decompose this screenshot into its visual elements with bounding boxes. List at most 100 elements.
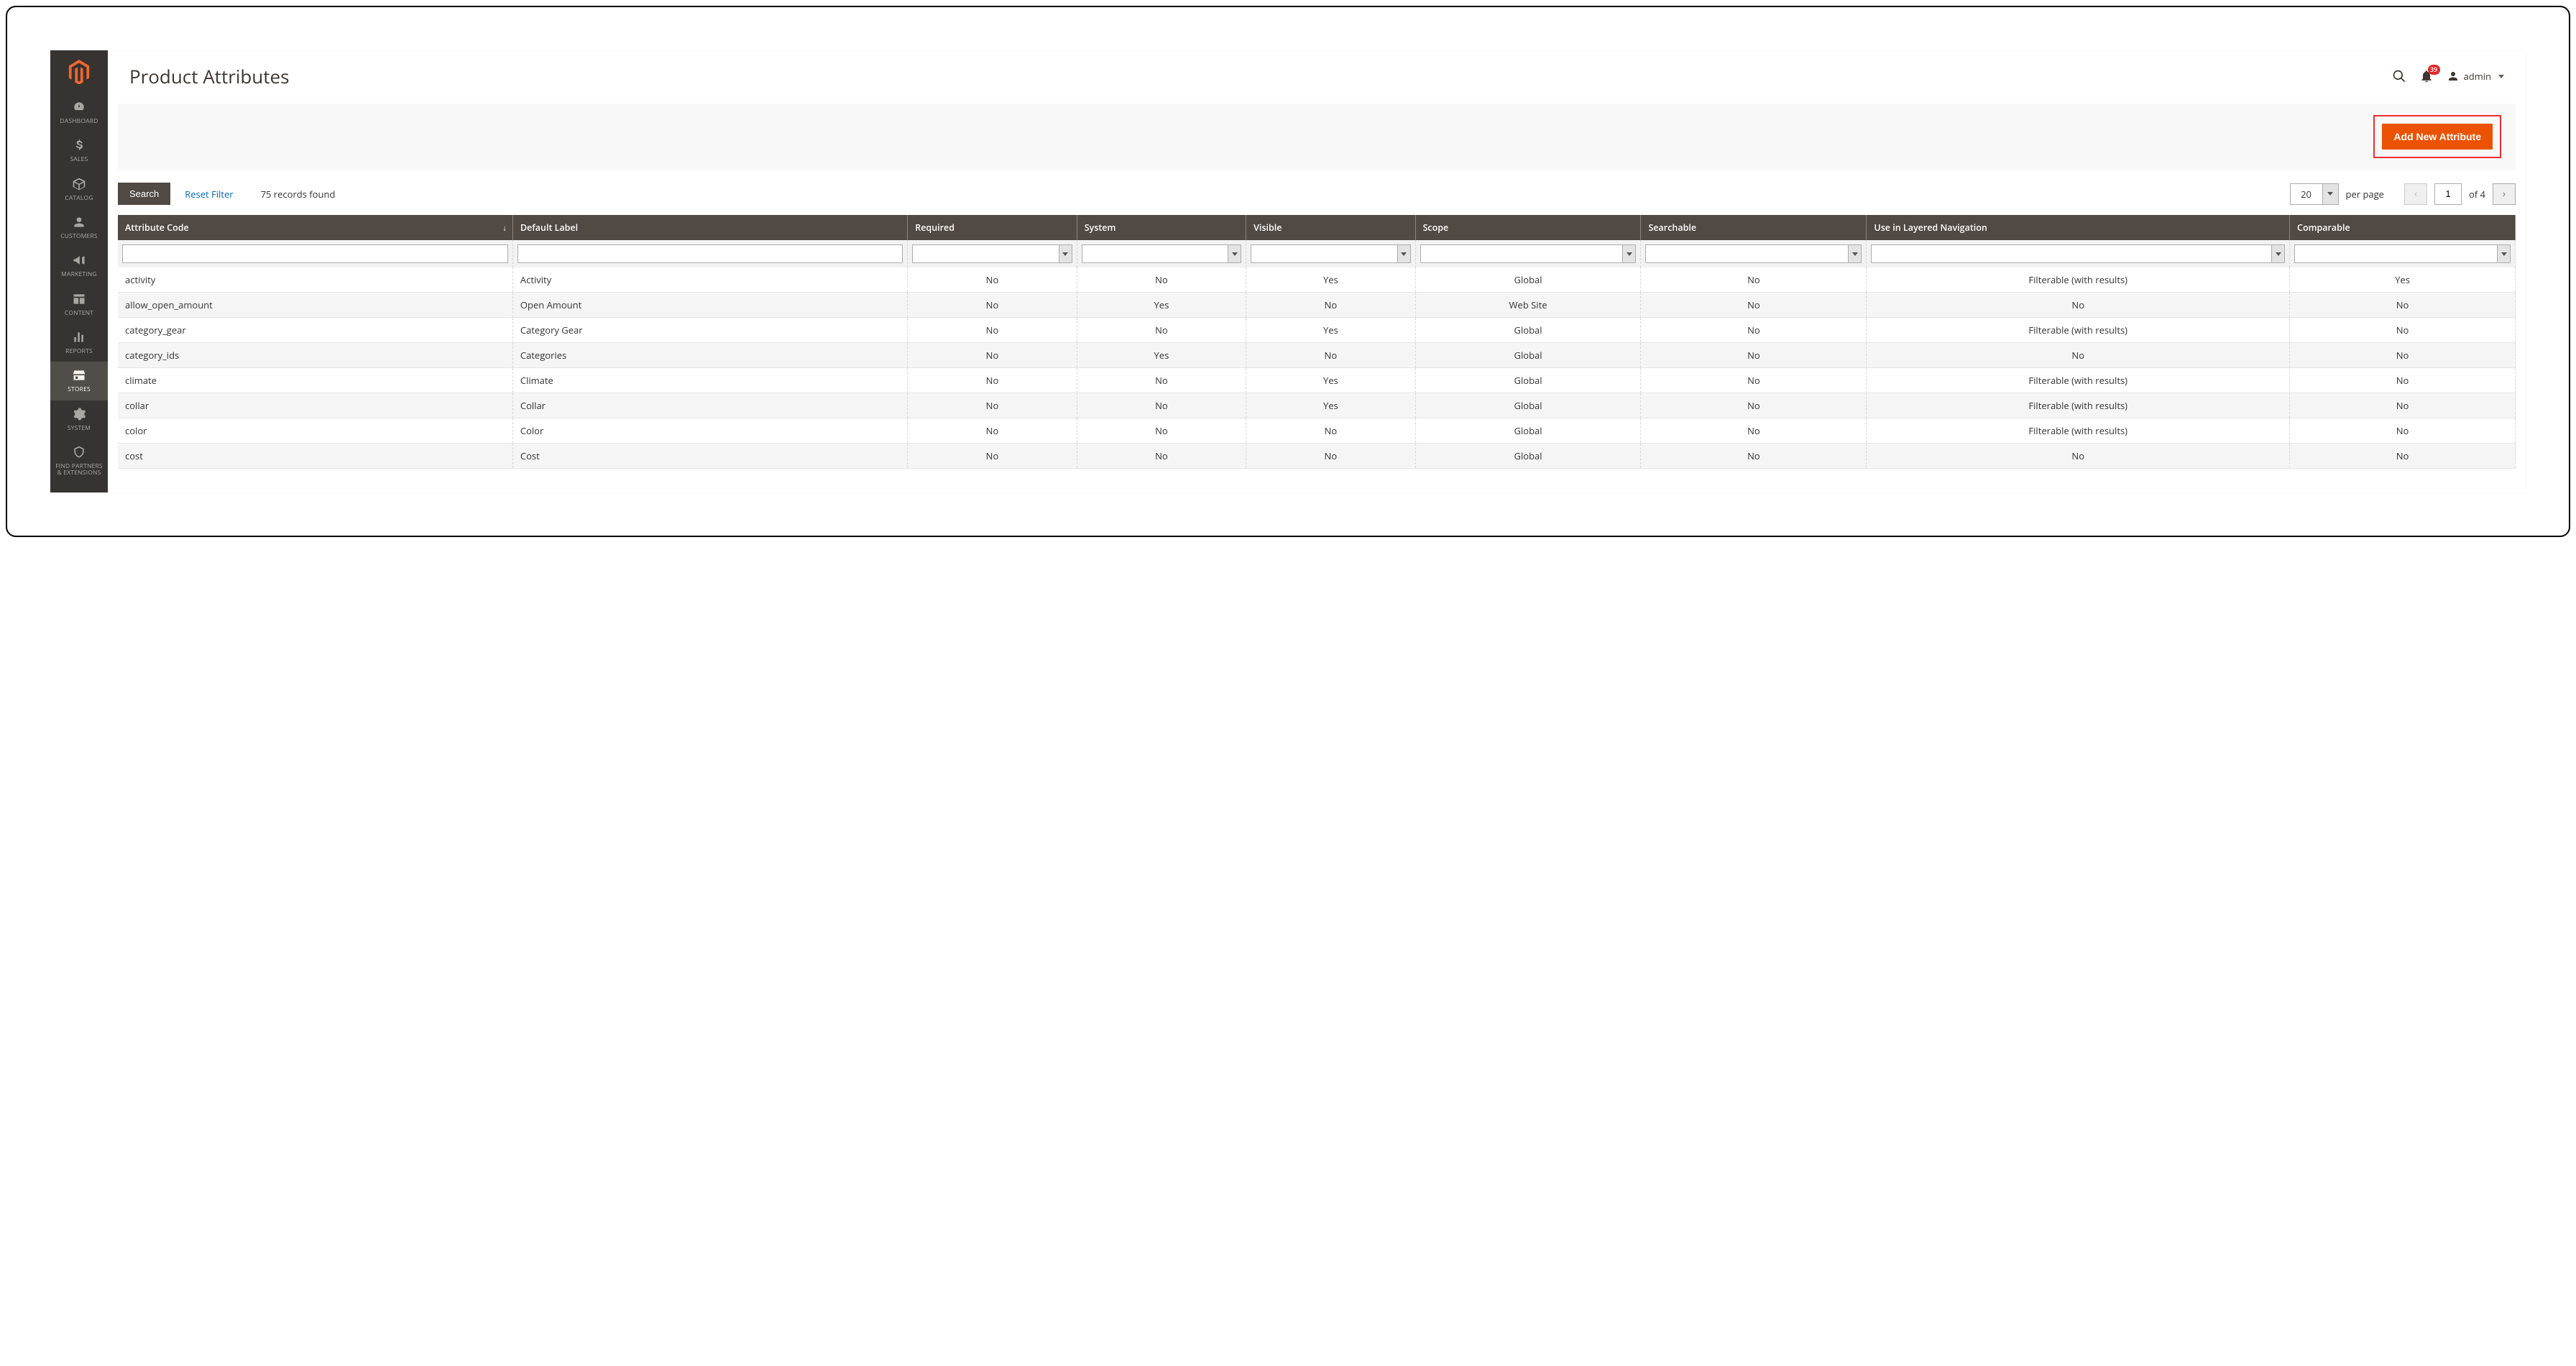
filter-visible[interactable] xyxy=(1251,244,1410,263)
store-icon xyxy=(71,367,87,383)
cell-code: category_gear xyxy=(118,318,512,343)
filter-comparable[interactable] xyxy=(2294,244,2511,263)
person-icon xyxy=(71,214,87,230)
dashboard-icon xyxy=(71,99,87,115)
sidebar: DASHBOARD SALES CATALOG CUSTOMERS MARKET… xyxy=(50,50,108,492)
dollar-icon xyxy=(71,137,87,153)
cell-comparable: No xyxy=(2290,343,2516,368)
table-row[interactable]: colorColorNoNoNoGlobalNoFilterable (with… xyxy=(118,418,2516,444)
cell-required: No xyxy=(908,418,1077,444)
cell-visible: Yes xyxy=(1246,368,1415,393)
cell-searchable: No xyxy=(1641,444,1867,469)
notifications-icon[interactable]: 39 xyxy=(2419,69,2434,83)
gear-icon xyxy=(71,406,87,422)
filter-layered[interactable] xyxy=(1871,244,2285,263)
sidebar-item-content[interactable]: CONTENT xyxy=(50,285,108,324)
cell-scope: Global xyxy=(1415,267,1641,293)
cell-system: No xyxy=(1077,318,1246,343)
sidebar-item-label: CATALOG xyxy=(65,195,93,201)
search-icon[interactable] xyxy=(2392,69,2406,83)
cell-scope: Global xyxy=(1415,393,1641,418)
app-window: DASHBOARD SALES CATALOG CUSTOMERS MARKET… xyxy=(50,50,2526,492)
table-row[interactable]: category_idsCategoriesNoYesNoGlobalNoNoN… xyxy=(118,343,2516,368)
cell-required: No xyxy=(908,393,1077,418)
cell-required: No xyxy=(908,267,1077,293)
cell-comparable: No xyxy=(2290,318,2516,343)
sidebar-item-label: SYSTEM xyxy=(68,425,91,431)
prev-page-button[interactable]: ‹ xyxy=(2404,183,2427,205)
filter-default-label[interactable] xyxy=(518,244,903,263)
sidebar-item-partners[interactable]: FIND PARTNERS & EXTENSIONS xyxy=(50,439,108,484)
reset-filter-link[interactable]: Reset Filter xyxy=(185,188,233,201)
cell-label: Open Amount xyxy=(512,293,907,318)
chevron-down-icon xyxy=(1059,245,1072,262)
filter-attribute-code[interactable] xyxy=(122,244,508,263)
next-page-button[interactable]: › xyxy=(2493,183,2516,205)
cell-label: Categories xyxy=(512,343,907,368)
per-page-select[interactable]: 20 xyxy=(2290,183,2339,205)
cell-system: No xyxy=(1077,368,1246,393)
cell-scope: Web Site xyxy=(1415,293,1641,318)
sidebar-item-catalog[interactable]: CATALOG xyxy=(50,170,108,208)
table-row[interactable]: category_gearCategory GearNoNoYesGlobalN… xyxy=(118,318,2516,343)
sidebar-item-dashboard[interactable]: DASHBOARD xyxy=(50,93,108,132)
table-row[interactable]: costCostNoNoNoGlobalNoNoNo xyxy=(118,444,2516,469)
filter-required[interactable] xyxy=(912,244,1072,263)
sidebar-item-reports[interactable]: REPORTS xyxy=(50,324,108,362)
cell-required: No xyxy=(908,343,1077,368)
sidebar-item-customers[interactable]: CUSTOMERS xyxy=(50,208,108,247)
col-attribute-code[interactable]: Attribute Code↓ xyxy=(118,215,512,240)
table-row[interactable]: activityActivityNoNoYesGlobalNoFilterabl… xyxy=(118,267,2516,293)
col-layered[interactable]: Use in Layered Navigation xyxy=(1867,215,2290,240)
cell-required: No xyxy=(908,318,1077,343)
caret-down-icon xyxy=(2498,75,2504,78)
cell-code: activity xyxy=(118,267,512,293)
sidebar-item-stores[interactable]: STORES xyxy=(50,362,108,400)
per-page-dropdown-icon[interactable] xyxy=(2322,184,2338,204)
cell-scope: Global xyxy=(1415,418,1641,444)
col-comparable[interactable]: Comparable xyxy=(2290,215,2516,240)
cell-searchable: No xyxy=(1641,267,1867,293)
attributes-grid: Attribute Code↓ Default Label Required S… xyxy=(118,215,2516,469)
filter-scope[interactable] xyxy=(1420,244,1637,263)
table-row[interactable]: allow_open_amountOpen AmountNoYesNoWeb S… xyxy=(118,293,2516,318)
cell-visible: No xyxy=(1246,343,1415,368)
sidebar-item-label: FIND PARTNERS & EXTENSIONS xyxy=(53,463,105,477)
cell-code: color xyxy=(118,418,512,444)
filter-searchable[interactable] xyxy=(1645,244,1862,263)
col-required[interactable]: Required xyxy=(908,215,1077,240)
cell-searchable: No xyxy=(1641,418,1867,444)
user-menu[interactable]: admin xyxy=(2447,70,2504,83)
chevron-down-icon xyxy=(2497,245,2510,262)
cell-layered: No xyxy=(1867,293,2290,318)
col-searchable[interactable]: Searchable xyxy=(1641,215,1867,240)
sidebar-item-label: REPORTS xyxy=(65,348,93,354)
cell-scope: Global xyxy=(1415,343,1641,368)
user-icon xyxy=(2447,70,2460,83)
col-scope[interactable]: Scope xyxy=(1415,215,1641,240)
add-new-attribute-button[interactable]: Add New Attribute xyxy=(2382,124,2493,150)
sidebar-item-marketing[interactable]: MARKETING xyxy=(50,247,108,285)
content-icon xyxy=(71,291,87,307)
sidebar-item-label: STORES xyxy=(68,386,91,393)
col-visible[interactable]: Visible xyxy=(1246,215,1415,240)
cell-layered: Filterable (with results) xyxy=(1867,267,2290,293)
search-button[interactable]: Search xyxy=(118,183,170,205)
notifications-badge: 39 xyxy=(2428,65,2440,75)
partners-icon xyxy=(71,444,87,460)
per-page-label: per page xyxy=(2346,188,2384,201)
cell-label: Category Gear xyxy=(512,318,907,343)
sidebar-item-system[interactable]: SYSTEM xyxy=(50,400,108,439)
cell-code: cost xyxy=(118,444,512,469)
col-default-label[interactable]: Default Label xyxy=(512,215,907,240)
cell-system: No xyxy=(1077,444,1246,469)
cell-required: No xyxy=(908,444,1077,469)
cell-visible: Yes xyxy=(1246,267,1415,293)
sidebar-item-sales[interactable]: SALES xyxy=(50,132,108,170)
page-input[interactable] xyxy=(2434,183,2462,205)
col-system[interactable]: System xyxy=(1077,215,1246,240)
filter-system[interactable] xyxy=(1082,244,1241,263)
table-row[interactable]: collarCollarNoNoYesGlobalNoFilterable (w… xyxy=(118,393,2516,418)
table-row[interactable]: climateClimateNoNoYesGlobalNoFilterable … xyxy=(118,368,2516,393)
magento-logo[interactable] xyxy=(50,50,108,93)
